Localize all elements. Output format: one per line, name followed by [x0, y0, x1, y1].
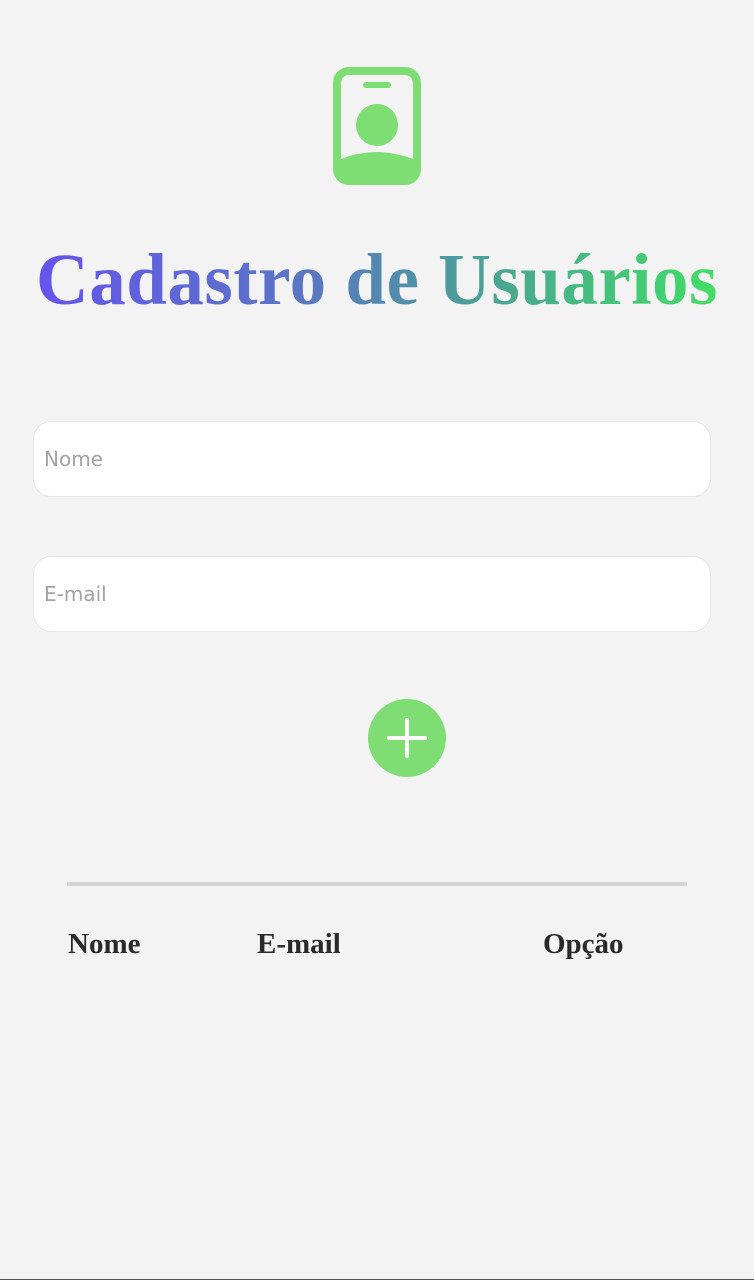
id-badge-icon	[333, 67, 421, 185]
page-title: Cadastro de Usuários	[0, 238, 754, 322]
plus-icon	[387, 718, 427, 758]
table-divider	[67, 882, 687, 886]
name-input[interactable]	[33, 421, 711, 497]
table-header-email: E-mail	[257, 928, 341, 960]
email-input[interactable]	[33, 556, 711, 632]
table-header-name: Nome	[68, 928, 141, 960]
table-header-option: Opção	[543, 928, 624, 960]
add-user-button[interactable]	[368, 699, 446, 777]
